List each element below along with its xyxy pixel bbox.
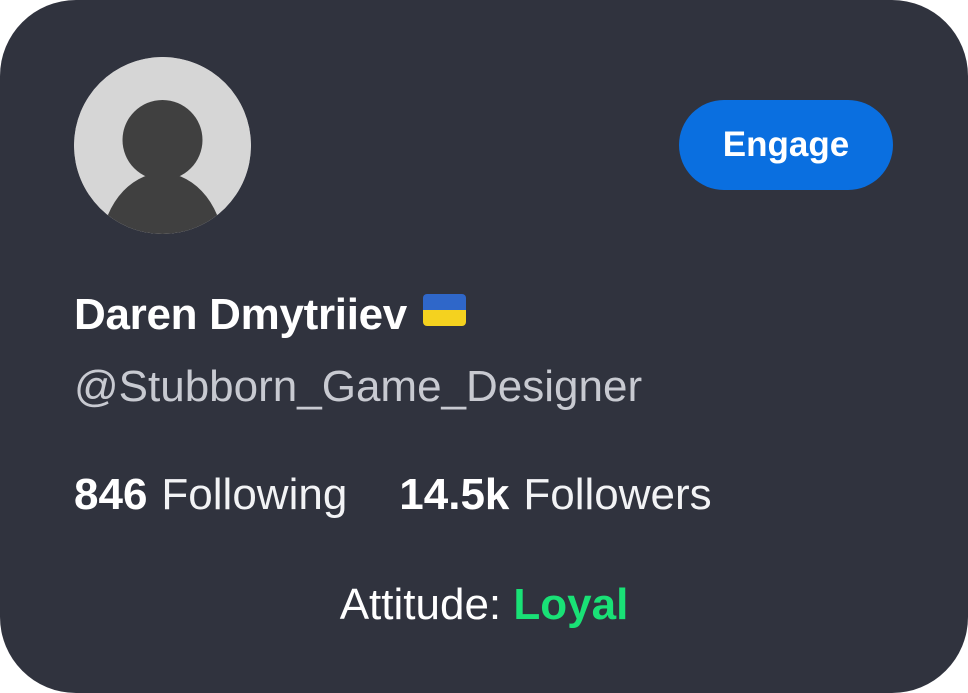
followers-stat[interactable]: 14.5k Followers xyxy=(399,470,711,520)
followers-label: Followers xyxy=(523,470,712,519)
engage-button[interactable]: Engage xyxy=(679,100,893,190)
profile-card: Engage Daren Dmytriiev @Stubborn_Game_De… xyxy=(0,0,968,693)
following-stat[interactable]: 846 Following xyxy=(74,470,347,520)
followers-count: 14.5k xyxy=(399,470,510,519)
ukraine-flag-icon xyxy=(422,294,466,326)
following-count: 846 xyxy=(74,470,148,519)
profile-stats: 846 Following 14.5k Followers xyxy=(74,470,712,520)
following-label: Following xyxy=(161,470,348,519)
profile-name-row: Daren Dmytriiev xyxy=(74,285,466,345)
profile-name: Daren Dmytriiev xyxy=(74,290,407,339)
attitude-value: Loyal xyxy=(513,580,629,629)
default-user-avatar-icon xyxy=(74,57,251,234)
profile-handle[interactable]: @Stubborn_Game_Designer xyxy=(74,362,642,412)
attitude-label: Attitude: xyxy=(339,580,502,629)
avatar[interactable] xyxy=(74,57,251,234)
attitude-row: Attitude: Loyal xyxy=(0,580,968,630)
